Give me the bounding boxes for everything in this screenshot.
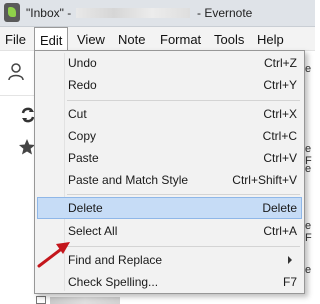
menu-item-label: Paste [68, 151, 99, 165]
menu-item-paste[interactable]: Paste Ctrl+V [37, 147, 302, 169]
edit-menu-dropdown: Undo Ctrl+Z Redo Ctrl+Y Cut Ctrl+X Copy … [34, 50, 305, 294]
menu-item-shortcut: Ctrl+C [262, 129, 297, 143]
menu-item-redo[interactable]: Redo Ctrl+Y [37, 74, 302, 96]
evernote-elephant-icon [4, 3, 20, 22]
menu-view[interactable]: View [77, 32, 105, 47]
menu-item-shortcut: Delete [262, 201, 297, 215]
menu-item-shortcut: Ctrl+Y [263, 78, 297, 92]
menu-file[interactable]: File [5, 32, 26, 47]
note-title-blurred [50, 297, 120, 304]
menu-item-shortcut: Ctrl+V [263, 151, 297, 165]
menu-item-shortcut: Ctrl+Shift+V [232, 173, 297, 187]
menu-item-paste-and-match-style[interactable]: Paste and Match Style Ctrl+Shift+V [37, 169, 302, 191]
redacted-notebook-name [76, 8, 190, 18]
menu-item-copy[interactable]: Copy Ctrl+C [37, 125, 302, 147]
menu-note[interactable]: Note [118, 32, 145, 47]
person-icon[interactable] [8, 63, 24, 81]
menu-item-label: Check Spelling... [68, 275, 159, 289]
menu-item-shortcut: Ctrl+Z [264, 56, 297, 70]
menu-item-delete[interactable]: Delete Delete [37, 197, 302, 219]
menu-tools[interactable]: Tools [214, 32, 244, 47]
background-text-fragment: e [305, 264, 312, 276]
menu-item-label: Delete [68, 201, 103, 215]
window-title: "Inbox" - [26, 6, 72, 20]
menu-item-label: Undo [68, 56, 97, 70]
menu-separator [67, 246, 300, 247]
menu-item-select-all[interactable]: Select All Ctrl+A [37, 220, 302, 242]
background-text-fragment: e [305, 163, 312, 175]
menu-item-label: Redo [68, 78, 97, 92]
menu-item-shortcut: Ctrl+A [263, 224, 297, 238]
menu-item-cut[interactable]: Cut Ctrl+X [37, 103, 302, 125]
menu-item-shortcut: F7 [282, 275, 297, 289]
menu-item-label: Copy [68, 129, 97, 143]
menu-separator [67, 100, 300, 101]
note-icon [36, 296, 46, 304]
menu-item-label: Paste and Match Style [68, 173, 189, 187]
menu-item-find-and-replace[interactable]: Find and Replace [37, 249, 302, 271]
window-app-name: - Evernote [197, 6, 253, 20]
divider [0, 95, 38, 96]
menu-item-shortcut: Ctrl+X [263, 107, 297, 121]
submenu-arrow-icon [288, 256, 292, 264]
background-text-fragment: e [305, 63, 312, 75]
menu-format[interactable]: Format [160, 32, 201, 47]
menu-bar: File Edit View Note Format Tools Help [0, 27, 315, 52]
menu-edit[interactable]: Edit [34, 27, 69, 52]
menu-item-check-spelling[interactable]: Check Spelling... F7 [37, 271, 302, 293]
title-bar: "Inbox" - - Evernote [0, 0, 315, 27]
menu-item-label: Select All [68, 224, 118, 238]
menu-separator [67, 194, 300, 195]
background-text-fragment: e F [305, 220, 312, 244]
menu-item-undo[interactable]: Undo Ctrl+Z [37, 52, 302, 74]
menu-help[interactable]: Help [257, 32, 284, 47]
menu-item-label: Cut [68, 107, 87, 121]
menu-item-label: Find and Replace [68, 253, 163, 267]
